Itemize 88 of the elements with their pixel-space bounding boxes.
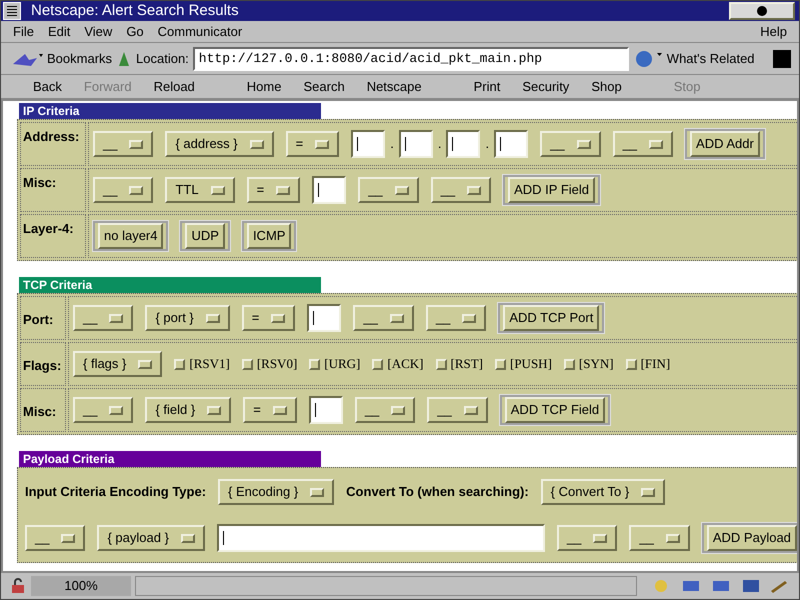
text-field[interactable] [307,304,342,332]
dropdown[interactable]: __ [25,525,86,551]
dropdown[interactable]: = [242,305,296,331]
nav-button[interactable]: Security [522,76,570,96]
dropdown[interactable]: __ [73,305,134,331]
checkbox[interactable]: [RST] [436,354,483,374]
field-label: Input Criteria Encoding Type: [25,483,206,502]
checkbox[interactable]: [RSV1] [174,354,230,374]
row-label: Misc: [23,174,56,192]
checkbox[interactable]: [PUSH] [495,354,552,374]
form-button[interactable]: ADD TCP Port [498,303,604,333]
separator-dot: . [389,135,395,154]
checkbox[interactable]: [URG] [309,354,360,374]
dropdown[interactable]: TTL [165,177,235,203]
dropdown[interactable]: __ [540,131,601,157]
dropdown[interactable]: { flags } [73,351,162,377]
menu-item[interactable]: Communicator [158,22,242,42]
dropdown[interactable]: __ [612,131,674,157]
url-field[interactable]: http://127.0.0.1:8080/acid/acid_pkt_main.php [192,46,629,70]
menu-item[interactable]: View [84,22,112,42]
dropdown[interactable]: { field } [145,397,232,423]
form-button[interactable]: ADD Payload [702,523,797,553]
checkbox[interactable]: [RSV0] [242,354,298,374]
dropdown[interactable]: __ [427,397,488,423]
dropdown[interactable]: __ [353,305,414,331]
dropdown[interactable]: { Encoding } [218,479,334,505]
row-label: Address: [23,128,80,146]
menu-item[interactable]: File [13,22,34,42]
row-label: Layer-4: [23,220,74,238]
minimize-button[interactable] [729,2,795,20]
form-button[interactable]: ADD TCP Field [500,395,610,425]
text-field[interactable] [446,130,480,158]
checkbox[interactable]: [SYN] [564,354,614,374]
section-header: Payload Criteria [19,451,321,467]
nav-button[interactable]: Home [246,76,282,96]
bookmarks-button[interactable]: Bookmarks [47,48,112,68]
window-title: Netscape: Alert Search Results [31,1,240,21]
form-button[interactable]: ICMP [242,221,296,251]
nav-button[interactable]: Print [474,76,500,96]
dropdown[interactable]: __ [430,177,492,203]
section-header: IP Criteria [19,103,321,119]
text-field[interactable] [494,130,528,158]
checkbox[interactable]: [ACK] [372,354,424,374]
field-label: Convert To (when searching): [346,483,529,502]
dropdown[interactable]: __ [426,305,486,331]
text-field[interactable] [398,130,433,158]
dropdown[interactable]: __ [93,177,154,203]
text-field[interactable] [351,130,386,158]
dropdown[interactable]: __ [73,397,134,423]
dropdown[interactable]: = [286,131,340,157]
row-label: Port: [23,311,54,330]
dropdown[interactable]: __ [556,525,618,551]
row-label: Flags: [23,357,62,376]
dropdown[interactable]: { Convert To } [540,479,666,505]
text-field[interactable] [312,176,346,204]
dropdown[interactable]: __ [629,525,690,551]
dropdown[interactable]: = [243,397,297,423]
text-field[interactable] [308,396,343,424]
lock-icon[interactable] [9,578,27,594]
checkbox[interactable]: [FIN] [626,354,670,374]
dropdown[interactable]: = [246,177,300,203]
section-header: TCP Criteria [19,277,321,293]
nav-button[interactable]: Shop [591,76,622,96]
zoom-level: 100% [31,576,131,596]
nav-button[interactable]: Search [303,76,345,96]
text-field[interactable] [216,524,545,552]
menu-item[interactable]: Edit [48,22,70,42]
dropdown[interactable]: { port } [145,305,230,331]
whats-related-button[interactable]: What's Related [666,48,755,68]
form-button[interactable]: ADD Addr [685,129,765,159]
dropdown[interactable]: __ [354,397,416,423]
dropdown[interactable]: __ [93,131,154,157]
dropdown[interactable]: { address } [165,131,274,157]
menu-item[interactable]: Help [760,22,787,42]
nav-button[interactable]: Netscape [366,76,422,96]
menu-item[interactable]: Go [126,22,144,42]
form-button[interactable]: no layer4 [93,221,168,251]
dropdown[interactable]: __ [358,177,419,203]
nav-button[interactable]: Reload [154,76,195,96]
form-button[interactable]: UDP [180,221,230,251]
nav-button[interactable]: Back [33,76,62,96]
location-label: Location: [136,50,189,68]
form-button[interactable]: ADD IP Field [503,175,600,205]
window-menu-icon[interactable] [3,2,21,20]
separator-dot: . [484,135,490,154]
dropdown[interactable]: { payload } [97,525,205,551]
separator-dot: . [436,135,442,154]
row-label: Misc: [23,403,56,422]
